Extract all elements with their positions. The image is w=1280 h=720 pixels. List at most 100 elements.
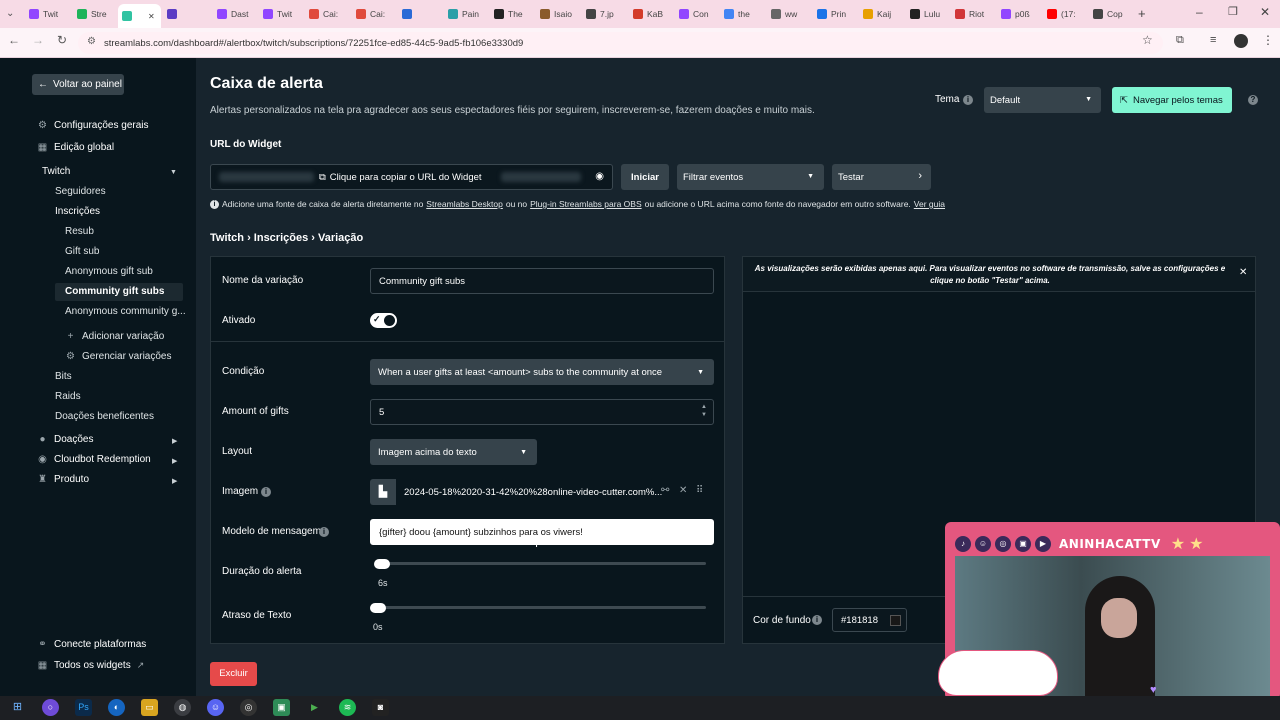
profile-avatar[interactable]	[1234, 34, 1248, 48]
extensions-icon[interactable]: ⧉	[1176, 34, 1184, 47]
browser-tab[interactable]: Cop	[1089, 4, 1133, 24]
widget-url-field[interactable]: ⧉ Clique para copiar o URL do Widget ◉	[210, 164, 613, 190]
spotify-icon[interactable]: ≋	[339, 699, 356, 716]
start-menu-icon[interactable]: ⊞	[9, 699, 26, 716]
browser-tab[interactable]: Riot	[951, 4, 995, 24]
browser-menu-icon[interactable]: ⋮	[1262, 33, 1274, 47]
app-icon[interactable]: ○	[42, 699, 59, 716]
browser-tab[interactable]: (17:	[1043, 4, 1087, 24]
stepper-icon[interactable]: ▲ ▼	[701, 403, 707, 419]
browser-tab[interactable]: KaB	[629, 4, 673, 24]
test-button[interactable]: Testar ›	[832, 164, 931, 190]
browser-tab[interactable]: p0ß	[997, 4, 1041, 24]
delete-button[interactable]: Excluir	[210, 662, 257, 686]
streamlabs-desktop-link[interactable]: Streamlabs Desktop	[426, 199, 503, 209]
browser-tab[interactable]: ✕	[118, 4, 161, 28]
browse-themes-button[interactable]: ⇱ Navegar pelos temas	[1112, 87, 1232, 113]
sidebar-item-charity[interactable]: Doações beneficentes	[55, 411, 154, 422]
app-icon[interactable]: ◐	[108, 699, 125, 716]
add-variation-button[interactable]: + Adicionar variação	[65, 331, 165, 342]
help-icon[interactable]: ?	[1248, 95, 1258, 105]
browser-tab[interactable]: Prin	[813, 4, 857, 24]
forward-arrow-icon[interactable]: →	[30, 33, 46, 47]
copy-url-button[interactable]: ⧉ Clique para copiar o URL do Widget	[319, 172, 482, 183]
sidebar-item-raids[interactable]: Raids	[55, 391, 81, 402]
sidebar-item-followers[interactable]: Seguidores	[55, 186, 106, 197]
clear-icon[interactable]: ✕	[679, 485, 687, 496]
app-icon[interactable]: ◙	[372, 699, 389, 716]
layout-select[interactable]: Imagem acima do texto ▼	[370, 439, 537, 465]
minimize-icon[interactable]: –	[1196, 5, 1203, 19]
browser-tab[interactable]: Pain	[444, 4, 488, 24]
browser-tab[interactable]: Twit	[25, 4, 71, 24]
slider-handle[interactable]	[370, 603, 386, 613]
theme-select[interactable]: Default ▼	[984, 87, 1101, 113]
app-icon[interactable]: ▣	[273, 699, 290, 716]
manage-variations-button[interactable]: ⚙ Gerenciar variações	[65, 351, 171, 362]
photoshop-icon[interactable]: Ps	[75, 699, 92, 716]
address-bar[interactable]: ⚙ streamlabs.com/dashboard#/alertbox/twi…	[78, 32, 1163, 54]
sidebar-item-gift-sub[interactable]: Gift sub	[65, 246, 99, 257]
chrome-icon[interactable]: ◍	[174, 699, 191, 716]
back-to-panel-button[interactable]: ← Voltar ao painel	[32, 74, 124, 95]
guide-link[interactable]: Ver guia	[914, 199, 945, 209]
sidebar-item-bits[interactable]: Bits	[55, 371, 72, 382]
file-upload-icon[interactable]: ▙	[370, 479, 396, 505]
info-icon[interactable]: i	[812, 615, 822, 625]
sidebar-item-anonymous-gift-sub[interactable]: Anonymous gift sub	[65, 266, 153, 277]
app-icon[interactable]: ▶	[306, 699, 323, 716]
browser-tab[interactable]	[163, 4, 211, 24]
slider-handle[interactable]	[374, 559, 390, 569]
tab-close-icon[interactable]: ✕	[148, 12, 155, 21]
amount-input[interactable]: 5 ▲ ▼	[370, 399, 714, 425]
gallery-icon[interactable]: ⠿	[696, 485, 703, 496]
bookmark-star-icon[interactable]: ☆	[1142, 33, 1153, 47]
back-arrow-icon[interactable]: ←	[6, 33, 22, 47]
media-icon[interactable]: ≡	[1210, 34, 1216, 46]
obs-plugin-link[interactable]: Plug-in Streamlabs para OBS	[530, 199, 642, 209]
condition-select[interactable]: When a user gifts at least <amount> subs…	[370, 359, 714, 385]
link-icon[interactable]: ⚯	[661, 485, 669, 496]
info-icon[interactable]: i	[963, 95, 973, 105]
sidebar-item-product[interactable]: ♜ Produto	[37, 474, 89, 485]
maximize-icon[interactable]: ❐	[1228, 5, 1238, 18]
browser-tab[interactable]: Cai:	[305, 4, 350, 24]
sidebar-item-community-gift-subs[interactable]: Community gift subs	[65, 286, 164, 297]
alert-duration-slider[interactable]	[378, 562, 706, 565]
sidebar-item-donations[interactable]: ● Doações	[37, 434, 93, 445]
browser-tab[interactable]: ww	[767, 4, 811, 24]
sidebar-item-all-widgets[interactable]: ▦ Todos os widgets ↗	[37, 660, 145, 671]
info-icon[interactable]: i	[261, 487, 271, 497]
filter-events-select[interactable]: Filtrar eventos ▼	[677, 164, 824, 190]
obs-icon[interactable]: ◎	[240, 699, 257, 716]
sidebar-item-general-settings[interactable]: ⚙ Configurações gerais	[37, 120, 148, 131]
start-button[interactable]: Iniciar	[621, 164, 669, 190]
sidebar-item-subscriptions[interactable]: Inscrições	[55, 206, 100, 217]
browser-tab[interactable]: Cai:	[352, 4, 396, 24]
variation-name-input[interactable]: Community gift subs	[370, 268, 714, 294]
tab-search-icon[interactable]: ⌄	[6, 8, 14, 19]
browser-tab[interactable]: Kaij	[859, 4, 904, 24]
message-template-input[interactable]: {gifter} doou {amount} subzinhos para os…	[370, 519, 714, 545]
background-color-input[interactable]: #181818	[832, 608, 907, 632]
browser-tab[interactable]: Stre	[73, 4, 116, 24]
sidebar-item-cloudbot[interactable]: ◉ Cloudbot Redemption	[37, 454, 151, 465]
discord-icon[interactable]: ☺	[207, 699, 224, 716]
sidebar-item-twitch[interactable]: Twitch	[42, 166, 70, 177]
sidebar-item-anonymous-community[interactable]: Anonymous community g...	[65, 306, 186, 317]
new-tab-icon[interactable]: +	[1138, 6, 1146, 21]
close-window-icon[interactable]: ✕	[1260, 5, 1270, 19]
color-swatch[interactable]	[890, 615, 901, 626]
info-icon[interactable]: i	[319, 527, 329, 537]
sidebar-item-connect-platforms[interactable]: ⚭ Conecte plataformas	[37, 639, 146, 650]
browser-tab[interactable]: The	[490, 4, 534, 24]
text-delay-slider[interactable]	[370, 606, 706, 609]
browser-tab[interactable]: Lulu	[906, 4, 949, 24]
browser-tab[interactable]: Con	[675, 4, 718, 24]
sidebar-item-resub[interactable]: Resub	[65, 226, 94, 237]
sidebar-item-global-edit[interactable]: ▦ Edição global	[37, 142, 114, 153]
enabled-toggle[interactable]: ✓	[370, 313, 397, 328]
file-explorer-icon[interactable]: ▭	[141, 699, 158, 716]
eye-icon[interactable]: ◉	[595, 171, 604, 182]
close-icon[interactable]: ✕	[1239, 267, 1247, 278]
